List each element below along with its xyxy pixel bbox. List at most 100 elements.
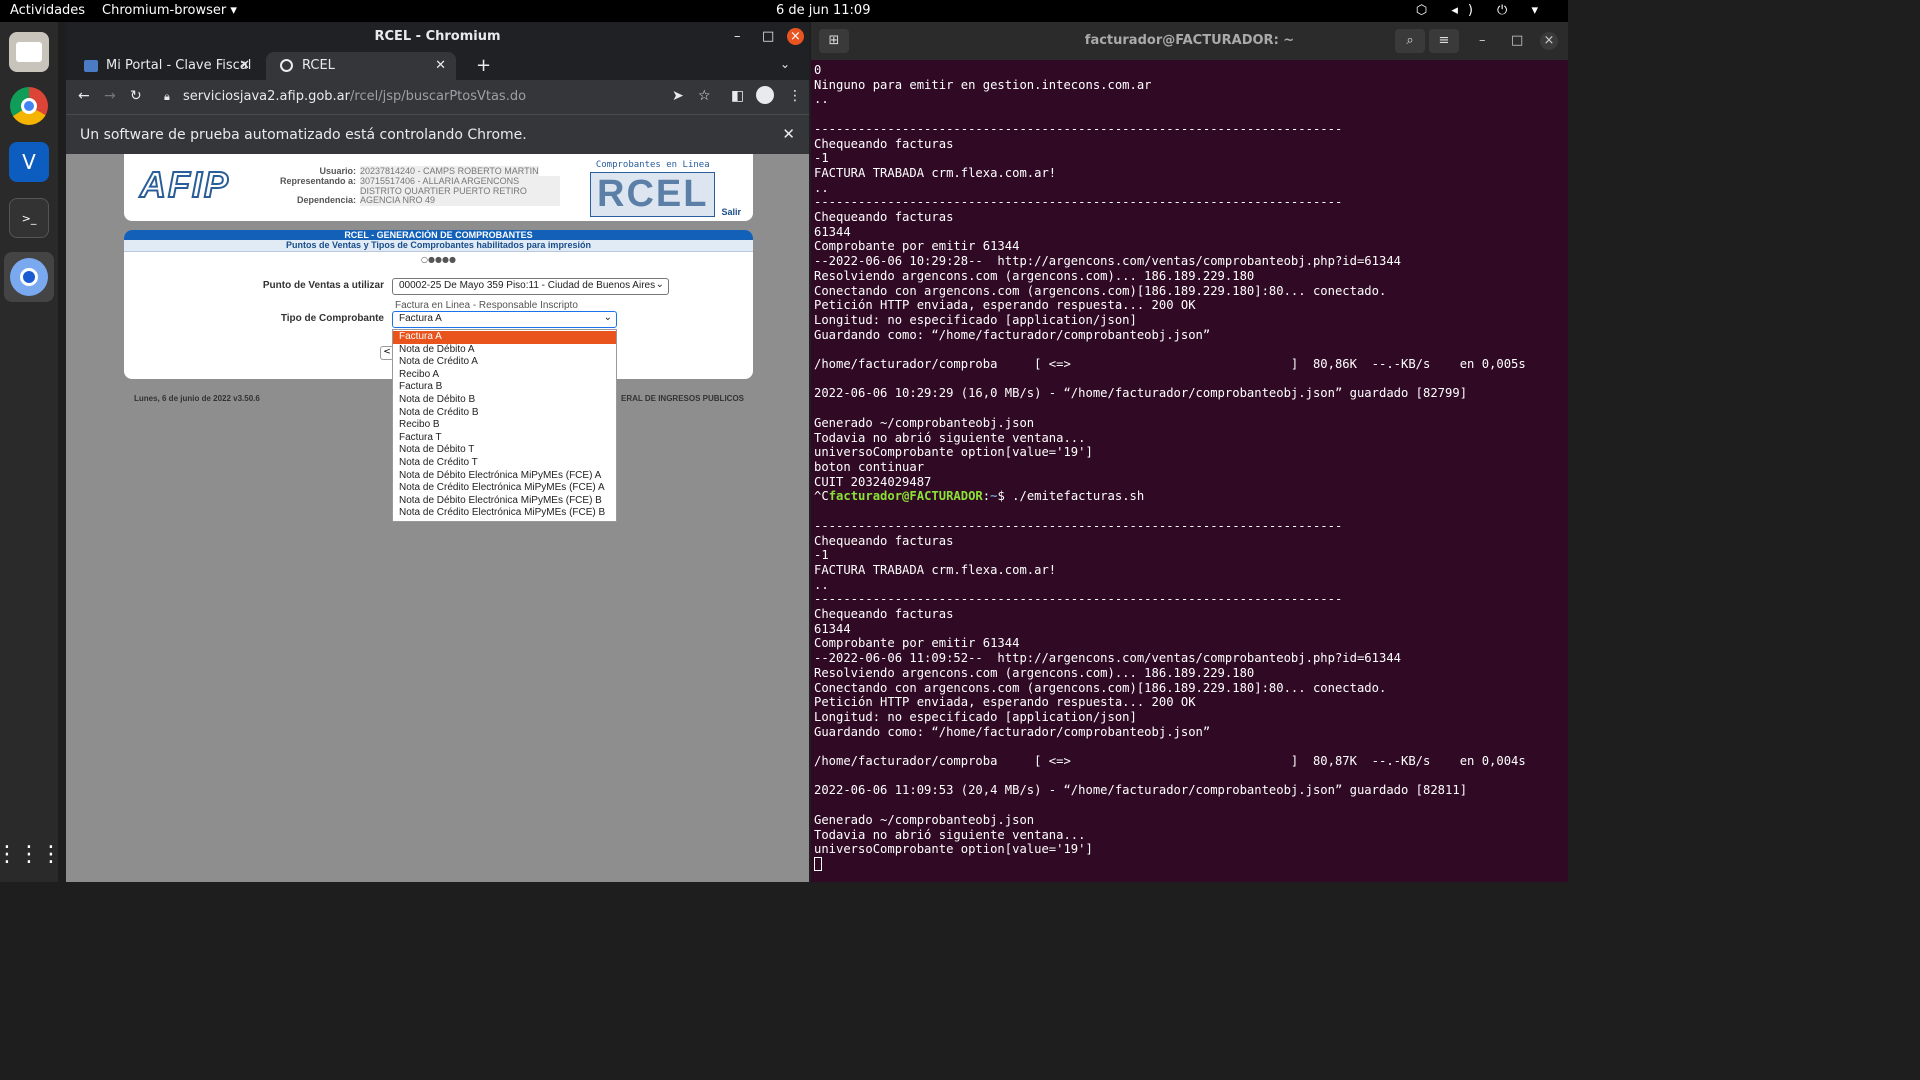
dependencia-label: Dependencia:: [296, 195, 356, 205]
close-icon[interactable]: ×: [787, 28, 804, 45]
terminal-cursor: [814, 857, 822, 872]
window-titlebar: RCEL - Chromium – □ ×: [66, 22, 809, 52]
tipo-select[interactable]: Factura A ⌄: [392, 311, 617, 328]
tab-close-icon[interactable]: ✕: [435, 52, 446, 80]
profile-icon[interactable]: [756, 86, 774, 104]
chevron-down-icon: ⌄: [655, 279, 664, 290]
close-icon[interactable]: ×: [1540, 32, 1558, 50]
user-row: Usuario: 20237814240 - CAMPS ROBERTO MART…: [276, 166, 566, 176]
form-subheader: Puntos de Ventas y Tipos de Comprobantes…: [124, 240, 753, 252]
dropdown-option[interactable]: Factura A: [393, 331, 616, 344]
new-tab-icon[interactable]: ⊞: [819, 29, 849, 53]
terminal-titlebar: ⊞ facturador@FACTURADOR: ~ ⌕ ≡ – □ ×: [811, 22, 1568, 60]
rcel-tagline: Comprobantes en Linea: [595, 160, 710, 170]
app-menu[interactable]: Chromium-browser ▾: [102, 3, 237, 18]
output-before: 0 Ninguno para emitir en gestion.intecon…: [814, 63, 1526, 489]
chevron-down-icon: ⌄: [603, 312, 612, 323]
dropdown-option[interactable]: Recibo B: [393, 419, 616, 432]
menu-icon[interactable]: ⋮: [788, 88, 802, 104]
usuario-label: Usuario:: [319, 166, 356, 176]
back-icon[interactable]: ←: [78, 88, 90, 104]
tab-rcel[interactable]: RCEL ✕: [266, 52, 456, 80]
dependencia-value: AGENCIA NRO 49: [360, 195, 436, 205]
dropdown-option[interactable]: Nota de Débito B: [393, 394, 616, 407]
terminal-title: facturador@FACTURADOR: ~: [1084, 33, 1295, 48]
terminal-output[interactable]: 0 Ninguno para emitir en gestion.intecon…: [811, 60, 1568, 872]
system-tray[interactable]: ⬡ ◂) ⏻ ▾: [1416, 3, 1548, 18]
address-bar[interactable]: serviciosjava2.afip.gob.ar/rcel/jsp/busc…: [183, 89, 526, 104]
chromium-icon[interactable]: [4, 252, 54, 302]
page-content: AFIP Usuario: 20237814240 - CAMPS ROBERTO…: [66, 154, 809, 882]
chrome-icon[interactable]: [9, 86, 49, 126]
terminal-window: ⊞ facturador@FACTURADOR: ~ ⌕ ≡ – □ × 0 N…: [811, 22, 1568, 882]
footer-org: ERAL DE INGRESOS PUBLICOS: [621, 394, 744, 403]
maximize-icon[interactable]: □: [762, 22, 774, 52]
prompt-command: $ ./emitefacturas.sh: [997, 489, 1145, 504]
tipo-dropdown-list: Factura A Nota de Débito A Nota de Crédito…: [392, 329, 617, 522]
dropdown-option[interactable]: Nota de Débito A: [393, 344, 616, 357]
activities-button[interactable]: Actividades: [10, 3, 85, 18]
url-host: serviciosjava2.afip.gob.ar: [183, 89, 350, 104]
maximize-icon[interactable]: □: [1511, 22, 1523, 60]
terminal-icon[interactable]: >_: [9, 198, 49, 238]
punto-label: Punto de Ventas a utilizar: [262, 280, 384, 291]
dropdown-option[interactable]: Nota de Crédito T: [393, 457, 616, 470]
tab-label: RCEL: [302, 58, 335, 73]
tab-mi-portal[interactable]: Mi Portal - Clave Fiscal ✕: [70, 52, 260, 80]
dropdown-option[interactable]: Recibo A: [393, 369, 616, 382]
tab-label: Mi Portal - Clave Fiscal: [106, 58, 252, 73]
dropdown-option[interactable]: Factura B: [393, 381, 616, 394]
step-indicator: ○●●●●: [421, 255, 456, 264]
reload-icon[interactable]: ↻: [130, 88, 142, 104]
rcel-wordmark: RCEL: [590, 172, 716, 217]
rcel-logo: Comprobantes en Linea RCEL: [590, 160, 716, 217]
chromium-window: RCEL - Chromium – □ × Mi Portal - Clave …: [66, 22, 809, 882]
prompt-user: facturador@FACTURADOR: [828, 489, 983, 504]
new-tab-icon[interactable]: +: [476, 55, 491, 76]
infobar-close-icon[interactable]: ✕: [782, 125, 795, 143]
salir-link[interactable]: Salir: [721, 207, 741, 217]
tab-close-icon[interactable]: ✕: [239, 52, 250, 80]
infobar-text: Un software de prueba automatizado está …: [80, 127, 527, 143]
vscode-icon[interactable]: V: [9, 142, 49, 182]
portal-favicon-icon: [84, 60, 98, 72]
clock[interactable]: 6 de jun 11:09: [776, 3, 870, 18]
url-path: /rcel/jsp/buscarPtosVtas.do: [350, 89, 527, 104]
globe-icon: [280, 59, 293, 72]
punto-subtitle: Factura en Linea - Responsable Inscripto: [395, 300, 578, 311]
sidepanel-icon[interactable]: ◧: [731, 88, 744, 104]
dock: V >_ ⋮⋮⋮: [0, 22, 62, 882]
dropdown-option[interactable]: Nota de Crédito Electrónica MiPyMEs (FCE…: [393, 507, 616, 520]
star-icon[interactable]: ☆: [698, 88, 711, 104]
hamburger-menu-icon[interactable]: ≡: [1429, 29, 1459, 53]
files-icon[interactable]: [9, 32, 49, 72]
minimize-icon[interactable]: –: [734, 22, 741, 52]
tab-strip: Mi Portal - Clave Fiscal ✕ RCEL ✕ + ⌄: [66, 52, 809, 80]
usuario-value: 20237814240 - CAMPS ROBERTO MARTIN: [360, 166, 539, 176]
dropdown-option[interactable]: Nota de Débito T: [393, 444, 616, 457]
dropdown-option[interactable]: Nota de Crédito Electrónica MiPyMEs (FCE…: [393, 482, 616, 495]
search-icon[interactable]: ⌕: [1395, 29, 1425, 53]
toolbar: ← → ↻ 🔒︎ serviciosjava2.afip.gob.ar/rcel…: [66, 80, 809, 114]
punto-select[interactable]: 00002-25 De Mayo 359 Piso:11 - Ciudad de…: [392, 278, 669, 295]
send-icon[interactable]: ➤: [672, 88, 684, 104]
output-after: ----------------------------------------…: [814, 518, 1526, 857]
dropdown-option[interactable]: Nota de Débito Electrónica MiPyMEs (FCE)…: [393, 470, 616, 483]
dropdown-option[interactable]: Nota de Crédito A: [393, 356, 616, 369]
window-title: RCEL - Chromium: [374, 29, 501, 44]
minimize-icon[interactable]: –: [1479, 22, 1486, 60]
dropdown-option[interactable]: Factura T: [393, 432, 616, 445]
app-grid-icon[interactable]: ⋮⋮⋮: [0, 834, 62, 874]
lock-icon[interactable]: 🔒︎: [164, 90, 170, 104]
system-topbar: Actividades Chromium-browser ▾ 6 de jun …: [0, 0, 1568, 22]
dropdown-option[interactable]: Nota de Crédito B: [393, 407, 616, 420]
tipo-label: Tipo de Comprobante: [280, 313, 384, 324]
forward-icon[interactable]: →: [104, 88, 116, 104]
punto-value: 00002-25 De Mayo 359 Piso:11 - Ciudad de…: [399, 280, 656, 291]
dependencia-row: Dependencia: AGENCIA NRO 49: [276, 195, 566, 205]
dropdown-option[interactable]: Nota de Débito Electrónica MiPyMEs (FCE)…: [393, 495, 616, 508]
afip-header: AFIP Usuario: 20237814240 - CAMPS ROBERTO…: [124, 154, 753, 221]
footer-date: Lunes, 6 de junio de 2022 v3.50.6: [134, 394, 260, 403]
tab-search-icon[interactable]: ⌄: [780, 57, 790, 71]
form-header: RCEL - GENERACIÓN DE COMPROBANTES: [124, 230, 753, 240]
